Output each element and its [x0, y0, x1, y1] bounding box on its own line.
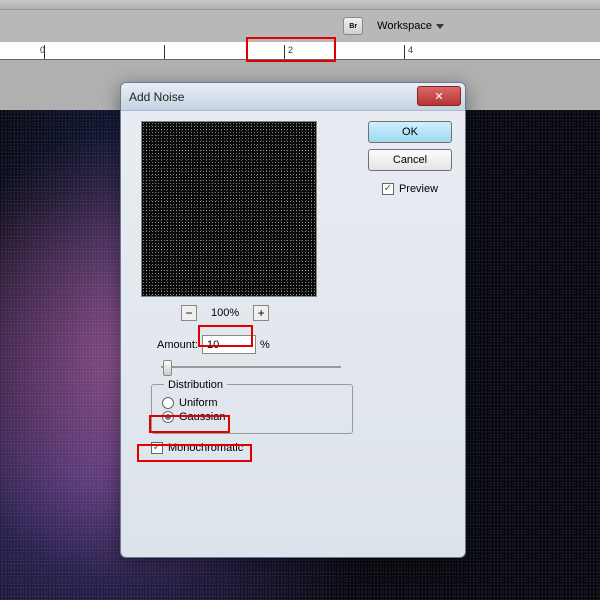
dialog-actions: OK Cancel ✓ Preview — [365, 121, 455, 195]
checkbox-icon: ✓ — [151, 442, 163, 454]
radio-icon — [162, 397, 174, 409]
amount-unit: % — [260, 339, 270, 351]
toolbar: Br Workspace — [0, 0, 600, 42]
toolbar-options: Br Workspace — [0, 10, 600, 42]
distribution-group: Distribution Uniform Gaussian — [151, 384, 353, 434]
workspace-dropdown[interactable]: Workspace — [371, 20, 450, 32]
cancel-button[interactable]: Cancel — [368, 149, 452, 171]
horizontal-ruler: 0 2 4 — [0, 42, 600, 60]
dialog-titlebar[interactable]: Add Noise ✕ — [121, 83, 465, 111]
ruler-mark: 4 — [408, 45, 413, 55]
amount-input[interactable] — [202, 335, 256, 354]
workspace-label: Workspace — [377, 20, 432, 32]
toolbar-strip — [0, 0, 600, 10]
zoom-controls: − 100% + — [181, 305, 455, 321]
zoom-in-button[interactable]: + — [253, 305, 269, 321]
zoom-level: 100% — [211, 307, 239, 319]
monochromatic-option[interactable]: ✓ Monochromatic — [151, 442, 455, 454]
preview-toggle[interactable]: ✓ Preview — [382, 183, 438, 195]
distribution-legend: Distribution — [164, 379, 227, 391]
slider-thumb[interactable] — [163, 360, 172, 376]
ok-label: OK — [402, 126, 418, 138]
uniform-option[interactable]: Uniform — [162, 397, 342, 409]
radio-icon — [162, 411, 174, 423]
uniform-label: Uniform — [179, 397, 218, 409]
monochromatic-label: Monochromatic — [168, 442, 243, 454]
bridge-icon[interactable]: Br — [343, 17, 363, 35]
amount-slider[interactable] — [161, 360, 341, 374]
chevron-down-icon — [436, 24, 444, 29]
dialog-title: Add Noise — [129, 90, 184, 104]
add-noise-dialog: Add Noise ✕ − 100% + Amount: % Distribut… — [120, 82, 466, 558]
amount-label: Amount: — [157, 339, 198, 351]
amount-row: Amount: % — [157, 335, 455, 354]
preview-label: Preview — [399, 183, 438, 195]
cancel-label: Cancel — [393, 154, 427, 166]
close-icon: ✕ — [434, 90, 443, 103]
gaussian-label: Gaussian — [179, 411, 225, 423]
ruler-mark: 2 — [288, 45, 293, 55]
ok-button[interactable]: OK — [368, 121, 452, 143]
close-button[interactable]: ✕ — [417, 86, 461, 106]
dialog-body: − 100% + Amount: % Distribution Uniform … — [121, 111, 465, 557]
gaussian-option[interactable]: Gaussian — [162, 411, 342, 423]
zoom-out-button[interactable]: − — [181, 305, 197, 321]
checkbox-icon: ✓ — [382, 183, 394, 195]
noise-preview[interactable] — [141, 121, 317, 297]
